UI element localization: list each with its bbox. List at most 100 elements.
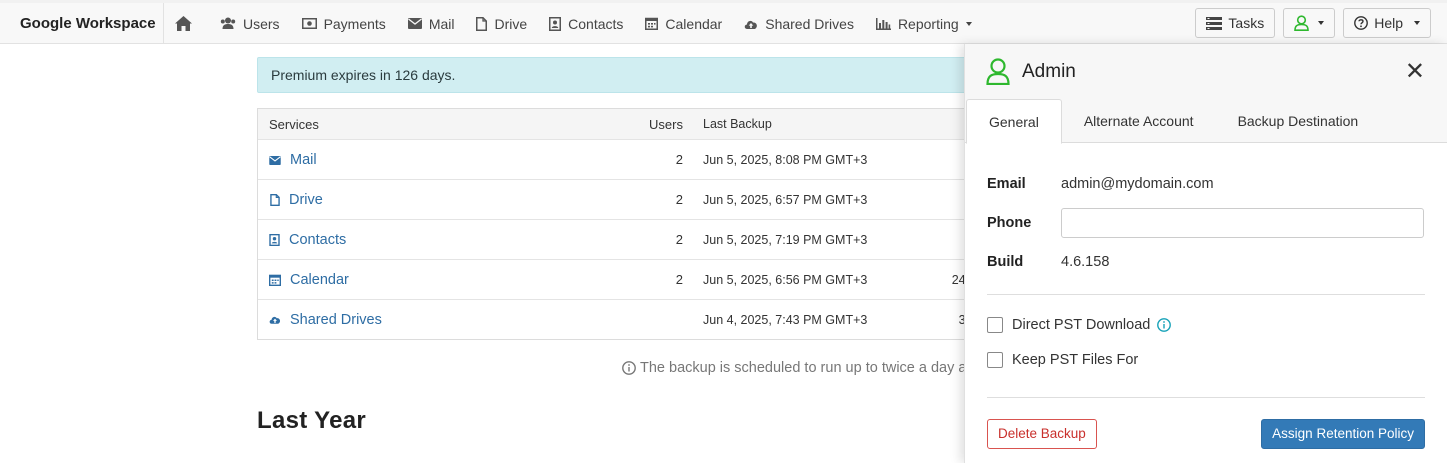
table-row: Contacts 2 Jun 5, 2025, 7:19 PM GMT+3 8.… — [258, 219, 1036, 259]
navbar-right-buttons: Tasks Help — [1195, 8, 1431, 38]
cloud-upload-icon — [269, 316, 281, 324]
cloud-upload-icon — [744, 20, 758, 29]
build-value: 4.6.158 — [1061, 254, 1110, 270]
table-row: Drive 2 Jun 5, 2025, 6:57 PM GMT+3 4.1 — [258, 179, 1036, 219]
keep-pst-option: Keep PST Files For — [987, 352, 1138, 368]
home-icon — [175, 16, 192, 31]
brand-title[interactable]: Google Workspace — [0, 3, 164, 44]
nav-mail-label: Mail — [428, 15, 455, 32]
build-row: Build 4.6.158 — [987, 254, 1425, 270]
divider — [987, 294, 1425, 295]
panel-header: Admin ✕ — [965, 44, 1447, 99]
nav-users-label: Users — [243, 15, 280, 32]
nav-mail[interactable]: Mail — [397, 3, 466, 44]
contact-card-icon — [549, 16, 562, 31]
build-label: Build — [987, 254, 1024, 270]
nav-shared-drives-label: Shared Drives — [765, 15, 854, 32]
tasks-button[interactable]: Tasks — [1195, 8, 1276, 38]
divider — [987, 397, 1425, 398]
tab-general[interactable]: General — [966, 99, 1062, 144]
panel-title: Admin — [1022, 60, 1076, 82]
service-link-shared-drives[interactable]: Shared Drives — [290, 312, 382, 328]
last-backup: Jun 5, 2025, 8:08 PM GMT+3 — [703, 152, 868, 167]
nav-calendar[interactable]: Calendar — [634, 3, 733, 44]
nav-calendar-label: Calendar — [665, 15, 723, 32]
file-icon — [476, 16, 488, 31]
users-count: 2 — [675, 192, 683, 207]
nav-contacts-label: Contacts — [568, 15, 624, 32]
keep-pst-label: Keep PST Files For — [1012, 352, 1139, 368]
user-menu-button[interactable] — [1283, 8, 1336, 38]
tasks-button-label: Tasks — [1228, 15, 1265, 31]
nav-home[interactable] — [165, 3, 209, 44]
users-count: 2 — [675, 232, 683, 247]
direct-pst-label: Direct PST Download — [1012, 317, 1151, 333]
table-header-row: Services Users Last Backup — [258, 109, 1036, 139]
info-circle-icon[interactable] — [1157, 318, 1172, 332]
tab-backup-destination[interactable]: Backup Destination — [1216, 99, 1381, 143]
phone-label: Phone — [987, 215, 1032, 231]
phone-row: Phone — [987, 208, 1425, 238]
direct-pst-checkbox[interactable] — [987, 317, 1003, 333]
users-count: 2 — [675, 272, 683, 287]
header-services: Services — [269, 116, 319, 132]
service-link-contacts[interactable]: Contacts — [289, 232, 346, 248]
nav-drive-label: Drive — [494, 15, 528, 32]
delete-backup-button[interactable]: Delete Backup — [987, 419, 1097, 449]
tasks-list-icon — [1206, 16, 1223, 30]
service-link-calendar[interactable]: Calendar — [290, 272, 349, 288]
service-link-mail[interactable]: Mail — [290, 152, 317, 168]
nav-payments[interactable]: Payments — [291, 3, 397, 44]
last-backup: Jun 5, 2025, 6:56 PM GMT+3 — [703, 272, 868, 287]
tab-alternate-account[interactable]: Alternate Account — [1062, 99, 1216, 143]
service-link-drive[interactable]: Drive — [289, 192, 323, 208]
email-row: Email admin@mydomain.com — [987, 176, 1425, 192]
money-icon — [301, 18, 317, 29]
nav-menu: Users Payments Mail Drive Contacts Calen… — [165, 3, 983, 44]
nav-payments-label: Payments — [323, 15, 386, 32]
chevron-down-icon — [1414, 21, 1420, 25]
keep-pst-checkbox[interactable] — [987, 352, 1003, 368]
nav-users[interactable]: Users — [209, 3, 291, 44]
nav-shared-drives[interactable]: Shared Drives — [733, 3, 865, 44]
file-icon — [270, 193, 280, 206]
envelope-icon — [269, 156, 281, 165]
question-circle-icon — [1354, 16, 1369, 30]
header-users: Users — [649, 116, 683, 132]
chevron-down-icon — [965, 21, 972, 26]
last-backup: Jun 5, 2025, 6:57 PM GMT+3 — [703, 192, 868, 207]
help-button-label: Help — [1374, 15, 1403, 31]
nav-reporting-label: Reporting — [897, 15, 959, 32]
nav-contacts[interactable]: Contacts — [538, 3, 634, 44]
admin-side-panel: Admin ✕ General Alternate Account Backup… — [964, 44, 1447, 463]
email-label: Email — [987, 176, 1026, 192]
users-count: 2 — [675, 152, 683, 167]
section-title: Last Year — [257, 407, 367, 434]
calendar-icon — [269, 274, 281, 286]
panel-tabs: General Alternate Account Backup Destina… — [965, 99, 1447, 144]
nav-reporting-dropdown[interactable]: Reporting — [865, 3, 983, 44]
direct-pst-option: Direct PST Download — [987, 317, 1172, 333]
info-circle-icon — [622, 361, 636, 375]
premium-alert-text: Premium expires in 126 days. — [271, 67, 456, 83]
schedule-note-text: The backup is scheduled to run up to twi… — [640, 360, 967, 376]
chevron-down-icon — [1318, 21, 1325, 25]
users-icon — [220, 17, 236, 29]
help-menu-button[interactable]: Help — [1343, 8, 1431, 38]
schedule-note: The backup is scheduled to run up to twi… — [622, 360, 966, 376]
table-row: Calendar 2 Jun 5, 2025, 6:56 PM GMT+3 24… — [258, 259, 1036, 299]
calendar-icon — [645, 17, 659, 30]
contact-card-icon — [269, 233, 280, 246]
table-row: Shared Drives Jun 4, 2025, 7:43 PM GMT+3… — [258, 299, 1036, 339]
phone-input[interactable] — [1061, 208, 1424, 238]
email-value: admin@mydomain.com — [1061, 176, 1214, 192]
user-icon — [1294, 15, 1310, 31]
header-last-backup: Last Backup — [703, 117, 772, 131]
nav-drive[interactable]: Drive — [465, 3, 538, 44]
user-icon — [986, 58, 1010, 85]
assign-retention-policy-button[interactable]: Assign Retention Policy — [1261, 419, 1425, 449]
envelope-icon — [407, 18, 422, 29]
close-icon[interactable]: ✕ — [1405, 60, 1425, 84]
bar-chart-icon — [875, 17, 891, 30]
services-table: Services Users Last Backup Mail 2 Jun 5,… — [257, 108, 1037, 340]
